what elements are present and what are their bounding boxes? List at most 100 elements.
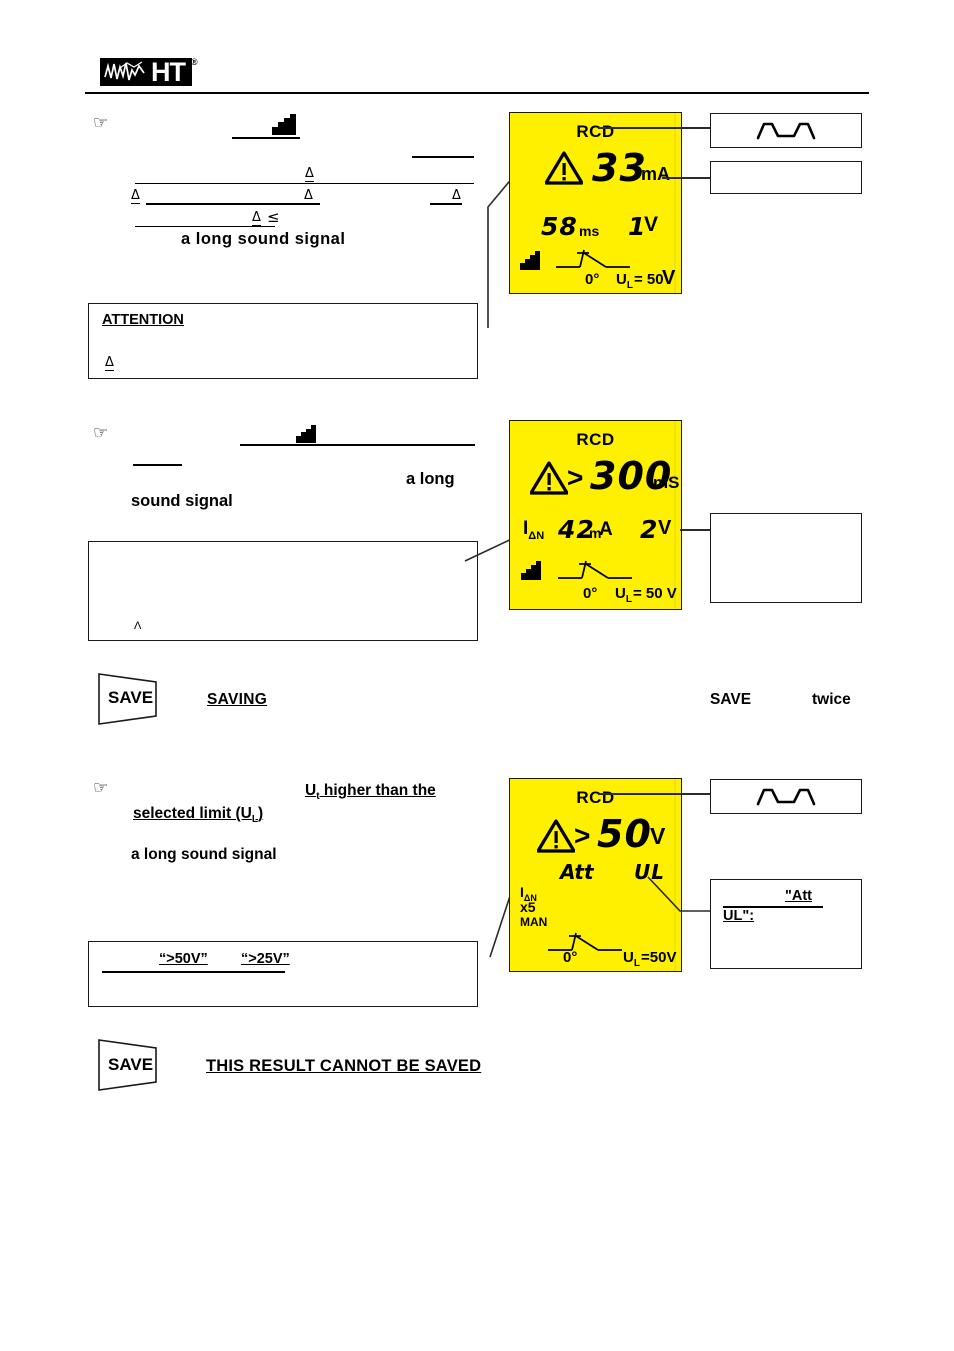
section-1-delta-5: Δ [252, 210, 261, 226]
saving-label: SAVING [207, 691, 268, 708]
callout-waveform-2 [710, 779, 862, 814]
lcd-2-limit-value: = 50 V [633, 585, 677, 602]
lcd-display-1: RCD 33 mA 58 ms 1 V 0° UL = 50 V [509, 112, 682, 294]
section-3-headline-line1: Ut higher than the [305, 782, 436, 802]
twice-word: twice [812, 691, 851, 708]
lcd-3-limit-sub: L [633, 958, 640, 969]
lcd-3-limit-value: =50V [641, 949, 677, 966]
callout-att-underline [723, 906, 823, 908]
limit-high-value: “>50V” [159, 951, 208, 967]
lcd-3-limit-u: U [623, 949, 634, 966]
callout-leader-2 [662, 177, 710, 179]
warning-triangle-icon [530, 461, 568, 495]
lcd-1-angle: 0° [585, 271, 600, 288]
lcd-2-limit-sub: L [625, 594, 632, 605]
section-1-delta-2: Δ [131, 188, 140, 204]
lcd-1-time-unit: ms [579, 223, 600, 239]
lcd-3-mode: MAN [520, 915, 548, 929]
lcd-2-bars-icon [521, 561, 542, 580]
lcd-1-voltage-unit: V [644, 213, 659, 236]
lcd-2-voltage-value: 2 [640, 515, 659, 544]
lcd-display-2: RCD > 300 mS IΔN 42 m A 2 V 0° UL = 50 V [509, 420, 682, 610]
ac-waveform-icon [756, 122, 816, 140]
section-1-delta-4: Δ [452, 188, 461, 204]
lcd-3-angle: 0° [563, 949, 578, 966]
lcd-2-gt: > [567, 462, 584, 493]
section-3-sound-note: a long sound signal [131, 846, 277, 863]
ac-waveform-icon [756, 788, 816, 806]
section-1-rule-d [146, 203, 320, 205]
lcd-2-switch-icon [558, 560, 632, 579]
save-word: SAVE [710, 691, 752, 708]
lcd-1-limit-value: = 50 [634, 271, 664, 288]
lcd-2-limit-label: UL [615, 585, 632, 605]
section-1-delta-3: Δ [304, 188, 313, 204]
limits-box: “>50V” “>25V” [88, 941, 478, 1007]
section-2-rule-b [133, 464, 182, 466]
lcd-1-limit-unit: V [662, 267, 676, 289]
attention-box: ATTENTION Δ [88, 303, 478, 379]
attention-delta: Δ [105, 355, 114, 371]
attention-title: ATTENTION [102, 312, 184, 328]
lcd-3-att-text: Att [560, 860, 594, 884]
callout-leader-4 [598, 793, 710, 795]
section-1-delta-1: Δ [305, 166, 314, 182]
section-2-hand-marker: ☞ [93, 423, 109, 443]
ht-logo: HT [100, 58, 192, 86]
lcd-1-bars-icon [520, 251, 541, 270]
section-1-rule-a [232, 137, 300, 139]
lcd-1-value: 33 [592, 146, 647, 190]
lcd-2-unit: mS [653, 473, 680, 492]
callout-leader-5 [647, 876, 710, 912]
callout-att-ul: "Att UL": [710, 879, 862, 969]
callout-waveform-1 [710, 113, 862, 148]
callout-att-line1: "Att [785, 888, 813, 904]
lcd-3-multiplier: x5 [520, 899, 536, 915]
lcd-3-unit: V [650, 823, 666, 849]
section-3-headline-line2: selected limit (UL) [133, 805, 263, 825]
section-2-rule-a [240, 444, 475, 446]
section-1-hand-marker: ☞ [93, 113, 109, 133]
callout-att-line2: UL": [723, 908, 755, 924]
lcd-2-title: RCD [576, 430, 615, 449]
lcd-2-angle: 0° [583, 585, 598, 602]
lcd-3-value: 50 [597, 812, 652, 856]
lcd-1-limit-sub: L [626, 280, 633, 291]
lcd-3-title: RCD [576, 788, 615, 807]
header-divider [85, 92, 869, 94]
warning-triangle-icon [545, 151, 583, 185]
section-1-rule-f [135, 226, 275, 227]
callout-leader-3 [680, 529, 710, 531]
lcd-1-time-value: 58 [541, 212, 578, 241]
section-2-phrase-b: sound signal [131, 492, 233, 510]
section-1-sound-note: a long sound signal [181, 230, 346, 248]
save-key-label-2[interactable]: SAVE [108, 1055, 153, 1075]
lcd-3-switch-icon [548, 932, 622, 951]
callout-empty-2 [710, 513, 862, 603]
section-3-ut-u: U [305, 782, 317, 799]
callout-leader-1 [598, 127, 710, 129]
section-3-limit-text: selected limit (U [133, 805, 252, 822]
section-2-note-mark: Λ [134, 620, 142, 632]
section-2-note-box: Λ [88, 541, 478, 641]
callout-empty-1 [710, 161, 862, 194]
warning-triangle-icon [537, 819, 575, 853]
lcd-1-unit: mA [641, 164, 671, 184]
limits-box-underline [102, 971, 285, 973]
lcd-1-limit-label: UL [616, 271, 633, 291]
section-2-bars-icon [296, 425, 318, 443]
ht-logo-wave-icon [104, 61, 145, 81]
section-1-rule-b [412, 156, 474, 158]
lcd-2-limit-u: U [615, 585, 626, 602]
lcd-2-voltage-unit: V [658, 517, 672, 539]
lcd-3-gt: > [574, 820, 591, 851]
lcd-2-current-unit-a: A [599, 519, 613, 540]
cannot-save-message: THIS RESULT CANNOT BE SAVED [206, 1057, 482, 1075]
registered-mark: ® [191, 57, 198, 67]
lcd-3-limit-label: UL [623, 949, 640, 969]
section-1-le-symbol: ≤ [267, 208, 280, 226]
section-3-hand-marker: ☞ [93, 778, 109, 798]
save-key-label-1[interactable]: SAVE [108, 688, 153, 708]
lcd-1-limit-u: U [616, 271, 627, 288]
section-1-rule-c [135, 183, 474, 184]
